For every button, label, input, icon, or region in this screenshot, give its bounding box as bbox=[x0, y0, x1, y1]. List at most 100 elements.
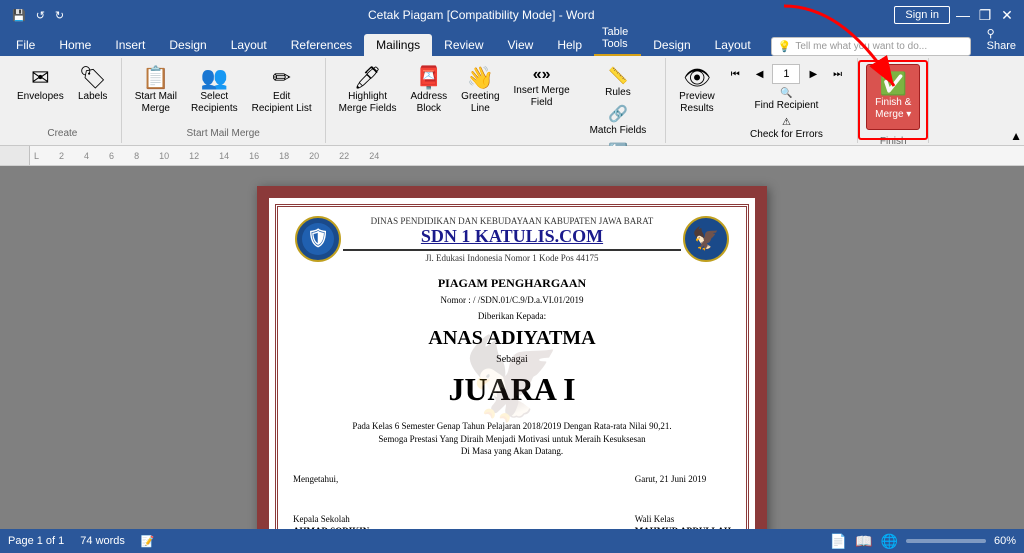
print-layout-button[interactable]: 📄 bbox=[830, 533, 847, 550]
next-icon: ▶ bbox=[809, 69, 817, 80]
select-recipients-button[interactable]: 👥 SelectRecipients bbox=[186, 64, 243, 118]
cert-sig-right-date: Garut, 21 Juni 2019 bbox=[635, 474, 731, 484]
cert-sig-right-name: MAHMUD ABDULLAH bbox=[635, 526, 731, 529]
web-layout-button[interactable]: 🌐 bbox=[881, 533, 898, 550]
prev-icon: ◀ bbox=[756, 69, 764, 80]
greeting-line-icon: 👋 bbox=[467, 67, 494, 89]
tab-insert[interactable]: Insert bbox=[103, 34, 157, 56]
ribbon-collapse-button[interactable]: ▲ bbox=[1010, 129, 1022, 143]
envelopes-button[interactable]: ✉ Envelopes bbox=[12, 64, 69, 106]
cert-sig-left-role: Kepala Sekolah bbox=[293, 514, 369, 524]
finish-merge-icon: ✅ bbox=[880, 73, 907, 95]
match-fields-icon: 🔗 bbox=[608, 104, 628, 124]
read-mode-button[interactable]: 📖 bbox=[855, 533, 872, 550]
cert-dept: DINAS PENDIDIKAN DAN KEBUDAYAAN KABUPATE… bbox=[343, 216, 681, 226]
find-recipient-button[interactable]: 🔍 Find Recipient bbox=[724, 86, 849, 113]
last-record-button[interactable]: ⏭ bbox=[826, 67, 849, 82]
tab-references[interactable]: References bbox=[279, 34, 364, 56]
tab-layout-tt[interactable]: Layout bbox=[703, 34, 763, 56]
cert-description: Pada Kelas 6 Semester Genap Tahun Pelaja… bbox=[352, 420, 671, 458]
left-logo: 🛡 bbox=[293, 214, 343, 264]
labels-button[interactable]: 🏷 Labels bbox=[73, 64, 113, 106]
ribbon-group-start-mail-merge: 📋 Start MailMerge 👥 SelectRecipients ✏ E… bbox=[122, 58, 326, 143]
cert-sig-left: Mengetahui, Kepala Sekolah AHMAD SODIKIN… bbox=[293, 474, 369, 529]
insert-merge-field-button[interactable]: «» Insert MergeField bbox=[509, 64, 575, 112]
certificate-page: 🛡 DINAS PENDIDIKAN DAN KEBUDAYAAN KABUPA… bbox=[257, 186, 767, 529]
cert-sig-left-name: AHMAD SODIKIN bbox=[293, 526, 369, 529]
check-errors-button[interactable]: ⚠ Check for Errors bbox=[724, 115, 849, 142]
tab-view[interactable]: View bbox=[496, 34, 546, 56]
share-button[interactable]: ⚲ Share bbox=[979, 23, 1024, 56]
ruler: L 24681012141618202224 bbox=[0, 146, 1024, 166]
last-icon: ⏭ bbox=[833, 69, 842, 80]
tab-home[interactable]: Home bbox=[47, 34, 103, 56]
cert-logos-row: 🛡 DINAS PENDIDIKAN DAN KEBUDAYAAN KABUPA… bbox=[293, 214, 731, 264]
minimize-button[interactable]: — bbox=[954, 6, 972, 24]
highlight-merge-fields-button[interactable]: 🖊 HighlightMerge Fields bbox=[334, 64, 402, 118]
word-count: 74 words bbox=[80, 535, 125, 547]
cert-number: Nomor : / /SDN.01/C.9/D.a.VI.01/2019 bbox=[441, 295, 584, 305]
preview-results-button[interactable]: 👁 PreviewResults bbox=[674, 64, 720, 118]
title-bar-left: 💾 ↺ ↻ bbox=[8, 7, 68, 24]
tab-design[interactable]: Design bbox=[157, 34, 218, 56]
edit-recipient-list-button[interactable]: ✏ EditRecipient List bbox=[247, 64, 317, 118]
find-recipient-icon: 🔍 bbox=[780, 88, 792, 99]
cert-rank: JUARA I bbox=[448, 371, 575, 408]
undo-button[interactable]: ↺ bbox=[32, 7, 49, 24]
envelope-icon: ✉ bbox=[31, 67, 49, 89]
start-mail-merge-label: Start Mail Merge bbox=[187, 126, 260, 141]
zoom-level: 60% bbox=[994, 535, 1016, 547]
tab-layout[interactable]: Layout bbox=[219, 34, 279, 56]
cert-header-text: DINAS PENDIDIKAN DAN KEBUDAYAAN KABUPATE… bbox=[343, 216, 681, 263]
preview-icon: 👁 bbox=[683, 67, 711, 89]
redo-button[interactable]: ↻ bbox=[51, 7, 68, 24]
tab-file[interactable]: File bbox=[4, 34, 47, 56]
maximize-button[interactable]: ❐ bbox=[976, 6, 994, 24]
ribbon-tabs: File Home Insert Design Layout Reference… bbox=[0, 30, 1024, 56]
close-button[interactable]: ✕ bbox=[998, 6, 1016, 24]
rules-button[interactable]: 📏 Rules bbox=[579, 64, 658, 100]
cert-signatures: Mengetahui, Kepala Sekolah AHMAD SODIKIN… bbox=[293, 474, 731, 529]
ribbon-group-finish: ✅ Finish &Merge ▾ Finish bbox=[858, 58, 929, 143]
ribbon-group-preview: 👁 PreviewResults ⏮ ◀ ▶ bbox=[666, 58, 858, 143]
label-icon: 🏷 bbox=[79, 67, 107, 89]
window-controls: Sign in — ❐ ✕ bbox=[894, 6, 1016, 24]
prev-record-button[interactable]: ◀ bbox=[749, 67, 771, 82]
cert-address: Jl. Edukasi Indonesia Nomor 1 Kode Pos 4… bbox=[343, 249, 681, 263]
ruler-corner bbox=[0, 146, 30, 166]
merge-field-icon: «» bbox=[533, 67, 551, 83]
status-bar: Page 1 of 1 74 words 📝 📄 📖 🌐 60% bbox=[0, 529, 1024, 553]
address-block-button[interactable]: 📮 AddressBlock bbox=[405, 64, 452, 118]
document-area: ✛ 🛡 DINAS PENDIDIKAN DAN KEBUDAYAAN KABU… bbox=[0, 166, 1024, 529]
finish-merge-button[interactable]: ✅ Finish &Merge ▾ bbox=[866, 64, 920, 130]
zoom-slider[interactable] bbox=[906, 539, 986, 543]
status-left: Page 1 of 1 74 words 📝 bbox=[8, 535, 155, 548]
right-logo: 🦅 bbox=[681, 214, 731, 264]
cert-sig-right: Garut, 21 Juni 2019 Wali Kelas MAHMUD AB… bbox=[635, 474, 731, 529]
start-mail-merge-button[interactable]: 📋 Start MailMerge bbox=[130, 64, 182, 118]
greeting-line-button[interactable]: 👋 GreetingLine bbox=[456, 64, 504, 118]
svg-text:🛡: 🛡 bbox=[307, 228, 330, 248]
save-button[interactable]: 💾 bbox=[8, 7, 30, 24]
record-number-input[interactable] bbox=[772, 64, 800, 84]
mail-merge-icon: 📋 bbox=[142, 67, 169, 89]
first-record-button[interactable]: ⏮ bbox=[724, 67, 747, 82]
tab-mailings[interactable]: Mailings bbox=[364, 34, 432, 56]
cert-recipient-name: ANAS ADIYATMA bbox=[428, 327, 595, 350]
context-tab-table-tools: Table Tools bbox=[594, 22, 641, 56]
ruler-content: L 24681012141618202224 bbox=[30, 151, 1024, 161]
tell-me-input[interactable]: 💡 Tell me what you want to do... bbox=[771, 37, 971, 56]
svg-text:🦅: 🦅 bbox=[692, 225, 719, 251]
signin-button[interactable]: Sign in bbox=[894, 6, 950, 24]
quick-access-toolbar: 💾 ↺ ↻ bbox=[8, 7, 68, 24]
tab-review[interactable]: Review bbox=[432, 34, 495, 56]
next-record-button[interactable]: ▶ bbox=[802, 67, 824, 82]
tab-help[interactable]: Help bbox=[545, 34, 594, 56]
check-errors-icon: ⚠ bbox=[782, 117, 791, 128]
match-fields-button[interactable]: 🔗 Match Fields bbox=[579, 102, 658, 138]
window-title: Cetak Piagam [Compatibility Mode] - Word bbox=[68, 8, 894, 22]
address-block-icon: 📮 bbox=[415, 67, 442, 89]
tab-design-tt[interactable]: Design bbox=[641, 34, 702, 56]
cert-title: PIAGAM PENGHARGAAN bbox=[438, 276, 586, 291]
cert-sig-left-intro: Mengetahui, bbox=[293, 474, 369, 484]
